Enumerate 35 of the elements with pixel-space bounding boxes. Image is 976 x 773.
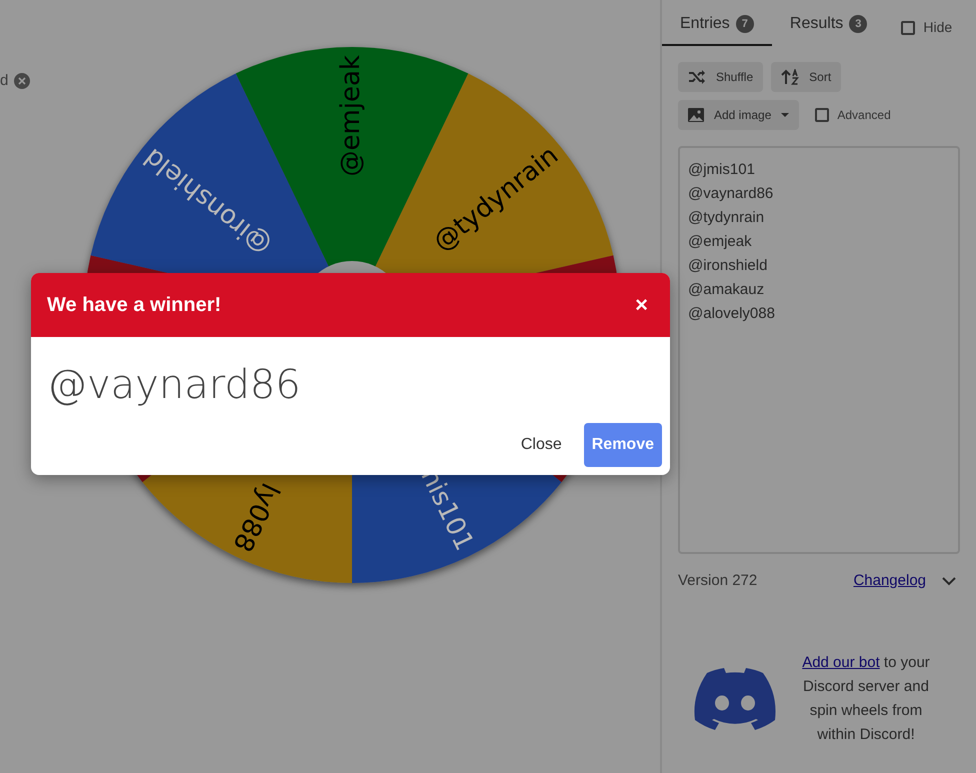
entry-line: @alovely088 (688, 304, 776, 324)
entry-line: @vaynard86 (688, 184, 774, 204)
version-text: Version 272 (678, 571, 758, 591)
sort-button[interactable]: Sort (771, 62, 842, 92)
winner-name: @vaynard86 (46, 361, 302, 410)
entry-line: @emjeak (688, 232, 753, 252)
advanced-checkbox[interactable]: Advanced (815, 106, 891, 124)
entry-line: @ironshield (688, 256, 768, 276)
chip-label: d (0, 71, 8, 91)
close-button[interactable]: × (629, 293, 654, 317)
image-icon (688, 108, 704, 122)
count-badge: 7 (736, 14, 754, 34)
entry-line: @jmis101 (688, 160, 756, 180)
caret-icon (781, 113, 790, 117)
changelog-link[interactable]: Changelog (853, 570, 926, 592)
close-icon[interactable] (14, 73, 30, 90)
tab[interactable]: Entries 7 (662, 4, 772, 46)
discord-promo-text: Add our bot to your Discord server and spin wheels from within Discord! (801, 652, 931, 744)
add-image-button[interactable]: Add image (678, 100, 800, 130)
chevron-icon[interactable] (942, 576, 956, 586)
segment-label: @emjeak (336, 55, 366, 177)
entries-field[interactable]: @jmis101 @vaynard86 @tydynrain @emjeak @ironshield @amakauz @alovely088 (678, 146, 960, 554)
shuffle-icon (688, 70, 706, 84)
entry-line: @tydynrain (688, 208, 766, 228)
entry-line: @amakauz (688, 280, 766, 300)
close-button[interactable]: Close (506, 423, 576, 467)
remove-button[interactable]: Remove (584, 423, 662, 467)
discord-icon[interactable] (694, 666, 776, 730)
count-badge: 3 (849, 14, 868, 34)
shuffle-button[interactable]: Shuffle (678, 62, 764, 92)
sort-icon (781, 69, 800, 85)
hide-checkbox[interactable]: Hide (901, 17, 952, 38)
add-bot-link[interactable]: Add our bot (802, 654, 880, 670)
tab[interactable]: Results 3 (772, 4, 886, 46)
dialog-title: We have a winner! (47, 293, 222, 318)
